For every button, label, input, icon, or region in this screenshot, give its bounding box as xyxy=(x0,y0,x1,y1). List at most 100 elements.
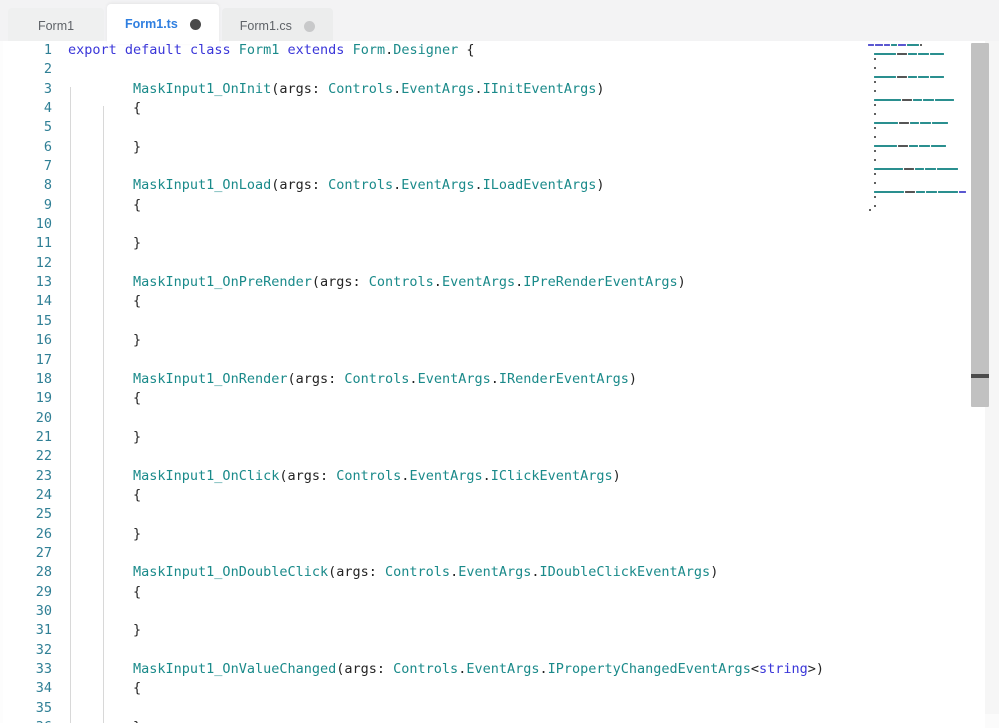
line-text: MaskInput1_OnLoad(args: Controls.EventAr… xyxy=(68,176,605,195)
editor-tab-form1[interactable]: Form1 xyxy=(8,8,104,44)
code-line[interactable]: 35 xyxy=(0,699,999,718)
token-pln: args xyxy=(320,274,353,290)
code-line[interactable]: 11 } xyxy=(0,234,999,253)
line-number: 2 xyxy=(0,60,52,79)
editor-tab-form1-cs[interactable]: Form1.cs xyxy=(222,8,333,44)
code-line[interactable]: 14 { xyxy=(0,292,999,311)
token-pun: } xyxy=(68,526,141,542)
line-number: 13 xyxy=(0,273,52,292)
code-line[interactable]: 4 { xyxy=(0,99,999,118)
token-typ: EventArgs xyxy=(418,371,491,387)
horizontal-scrollbar-track[interactable] xyxy=(0,723,985,728)
code-line[interactable]: 19 { xyxy=(0,389,999,408)
code-line[interactable]: 32 xyxy=(0,641,999,660)
token-pun: ) xyxy=(678,274,686,290)
token-kw: class xyxy=(190,42,231,58)
code-line[interactable]: 24 { xyxy=(0,486,999,505)
code-line[interactable]: 33 MaskInput1_OnValueChanged(args: Contr… xyxy=(0,660,999,679)
vertical-scrollbar-thumb[interactable] xyxy=(971,43,989,407)
token-typ: IPreRenderEventArgs xyxy=(523,274,677,290)
line-text: { xyxy=(68,389,141,408)
line-number: 34 xyxy=(0,679,52,698)
token-typ: IRenderEventArgs xyxy=(499,371,629,387)
line-text: } xyxy=(68,138,141,157)
vertical-scrollbar-track[interactable] xyxy=(985,41,999,728)
token-pln xyxy=(344,42,352,58)
code-line[interactable]: 29 { xyxy=(0,583,999,602)
code-line[interactable]: 13 MaskInput1_OnPreRender(args: Controls… xyxy=(0,273,999,292)
line-text: MaskInput1_OnRender(args: Controls.Event… xyxy=(68,370,637,389)
token-pun: . xyxy=(531,564,539,580)
code-line[interactable]: 17 xyxy=(0,351,999,370)
line-number: 5 xyxy=(0,118,52,137)
editor-tab-form1-ts[interactable]: Form1.ts xyxy=(107,4,219,44)
token-pun: { xyxy=(68,293,141,309)
token-pln xyxy=(68,81,133,97)
token-pun: ( xyxy=(287,371,295,387)
line-number: 25 xyxy=(0,505,52,524)
line-number: 32 xyxy=(0,641,52,660)
token-pun: < xyxy=(751,661,759,677)
token-typ: Form xyxy=(353,42,386,58)
line-number: 21 xyxy=(0,428,52,447)
token-pln xyxy=(117,42,125,58)
token-pln xyxy=(279,42,287,58)
token-pun: } xyxy=(68,332,141,348)
token-pln: args xyxy=(344,661,377,677)
code-line[interactable]: 10 xyxy=(0,215,999,234)
token-pun: { xyxy=(68,100,141,116)
code-line[interactable]: 12 xyxy=(0,254,999,273)
code-line[interactable]: 2 xyxy=(0,60,999,79)
token-pln: args xyxy=(296,371,329,387)
code-line[interactable]: 7 xyxy=(0,157,999,176)
token-pun: . xyxy=(434,274,442,290)
code-line[interactable]: 21 } xyxy=(0,428,999,447)
tab-label: Form1.cs xyxy=(240,20,292,33)
editor-pane[interactable]: 1export default class Form1 extends Form… xyxy=(0,41,999,728)
line-number: 35 xyxy=(0,699,52,718)
code-line[interactable]: 18 MaskInput1_OnRender(args: Controls.Ev… xyxy=(0,370,999,389)
token-typ: Designer xyxy=(393,42,458,58)
code-line[interactable]: 15 xyxy=(0,312,999,331)
code-line[interactable]: 6 } xyxy=(0,138,999,157)
code-line[interactable]: 27 xyxy=(0,544,999,563)
token-pun: >) xyxy=(808,661,824,677)
line-number: 19 xyxy=(0,389,52,408)
token-typ: EventArgs xyxy=(458,564,531,580)
line-number: 7 xyxy=(0,157,52,176)
line-text: } xyxy=(68,331,141,350)
code-line[interactable]: 9 { xyxy=(0,196,999,215)
code-line[interactable]: 22 xyxy=(0,447,999,466)
code-line[interactable]: 25 xyxy=(0,505,999,524)
line-number: 18 xyxy=(0,370,52,389)
token-pun: } xyxy=(68,622,141,638)
code-line[interactable]: 5 xyxy=(0,118,999,137)
code-line[interactable]: 31 } xyxy=(0,621,999,640)
code-line[interactable]: 3 MaskInput1_OnInit(args: Controls.Event… xyxy=(0,80,999,99)
line-text: MaskInput1_OnClick(args: Controls.EventA… xyxy=(68,467,621,486)
code-line[interactable]: 23 MaskInput1_OnClick(args: Controls.Eve… xyxy=(0,467,999,486)
token-pun: { xyxy=(68,487,141,503)
line-number: 11 xyxy=(0,234,52,253)
code-line[interactable]: 28 MaskInput1_OnDoubleClick(args: Contro… xyxy=(0,563,999,582)
line-number: 8 xyxy=(0,176,52,195)
token-pln: args xyxy=(336,564,369,580)
code-line[interactable]: 16 } xyxy=(0,331,999,350)
code-content[interactable]: 1export default class Form1 extends Form… xyxy=(0,41,999,728)
line-number: 16 xyxy=(0,331,52,350)
token-pun: : xyxy=(320,468,336,484)
code-line[interactable]: 26 } xyxy=(0,525,999,544)
token-typ: EventArgs xyxy=(401,177,474,193)
token-pun: : xyxy=(312,177,328,193)
code-line[interactable]: 8 MaskInput1_OnLoad(args: Controls.Event… xyxy=(0,176,999,195)
line-text: { xyxy=(68,99,141,118)
token-pun: . xyxy=(474,177,482,193)
code-line[interactable]: 20 xyxy=(0,409,999,428)
tab-modified-dot-icon[interactable] xyxy=(304,21,315,32)
token-pun: . xyxy=(539,661,547,677)
line-number: 14 xyxy=(0,292,52,311)
code-line[interactable]: 34 { xyxy=(0,679,999,698)
tab-modified-dot-icon[interactable] xyxy=(190,19,201,30)
code-line[interactable]: 30 xyxy=(0,602,999,621)
line-number: 28 xyxy=(0,563,52,582)
